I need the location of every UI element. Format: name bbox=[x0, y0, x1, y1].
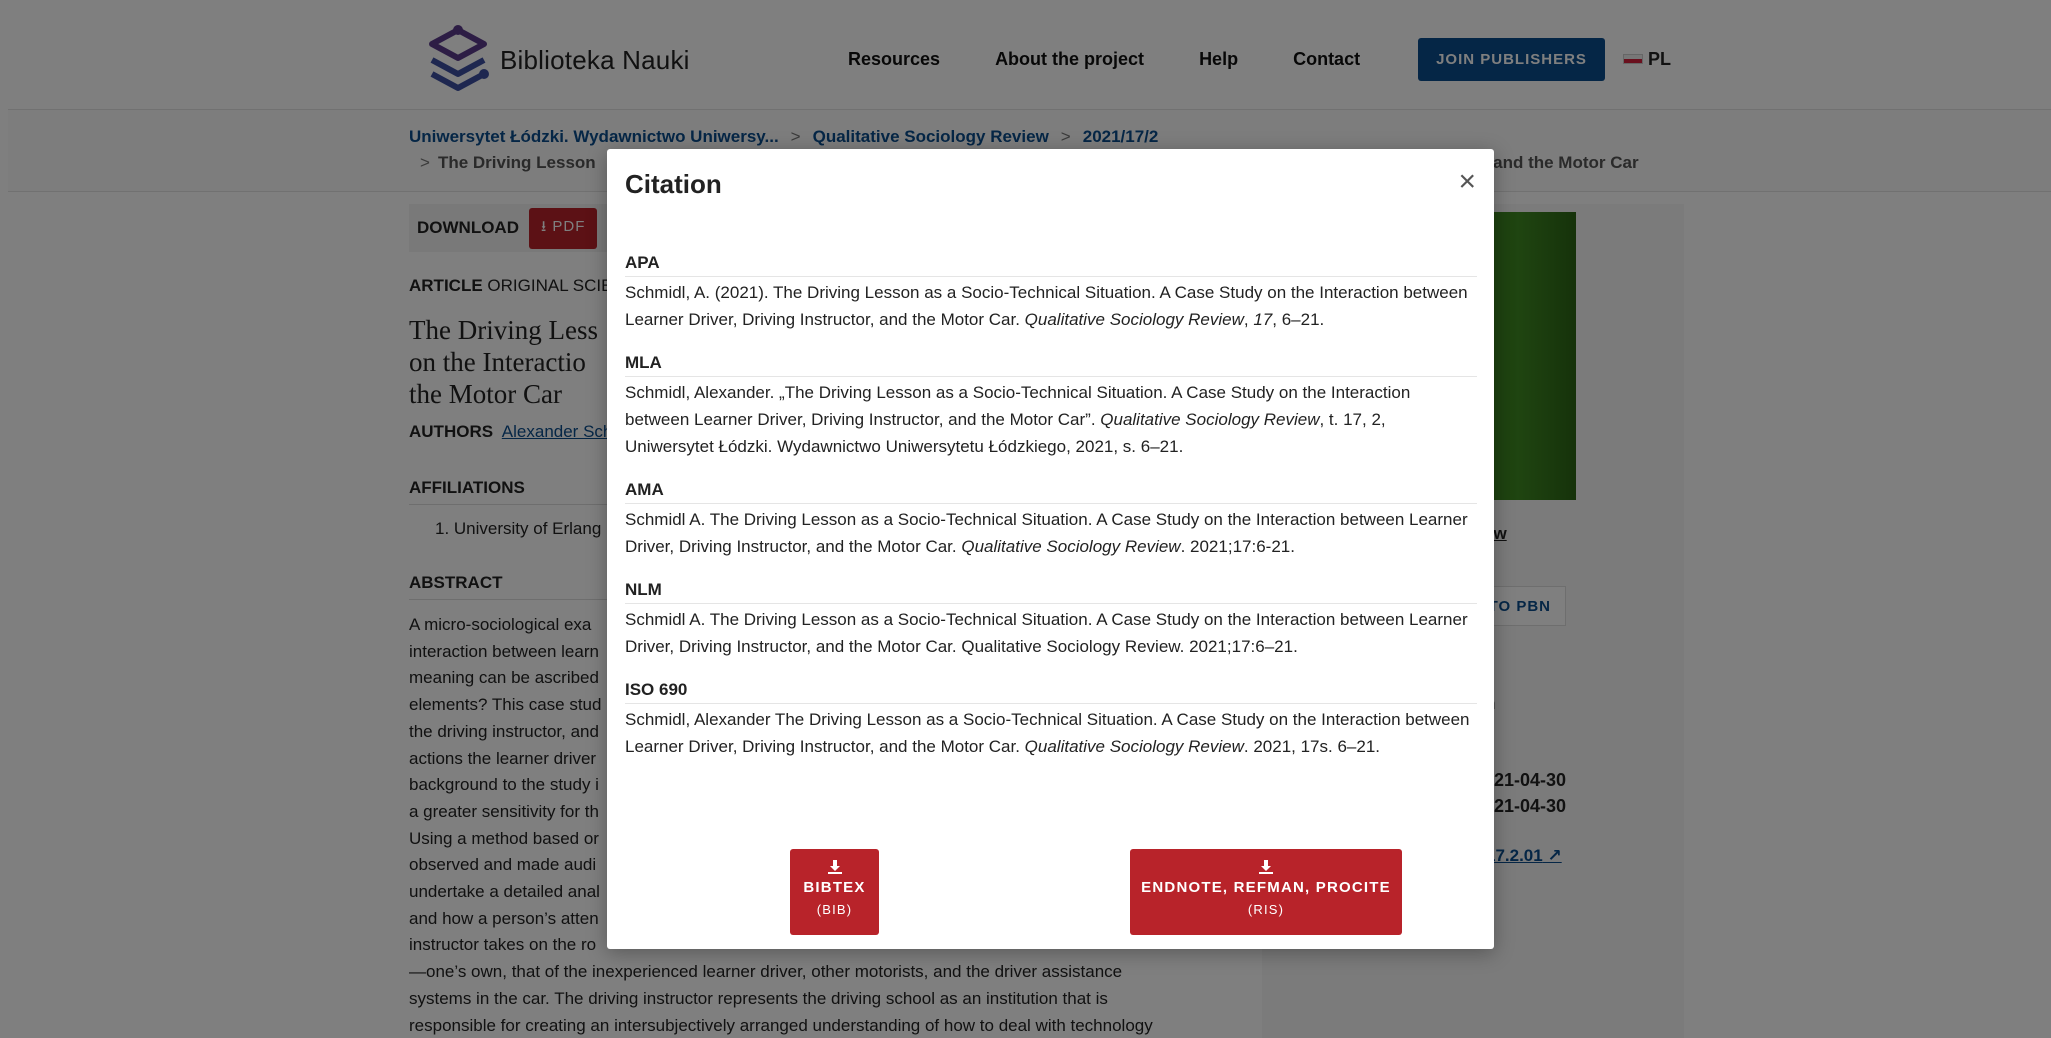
citation-mla: MLA Schmidl, Alexander. „The Driving Les… bbox=[625, 353, 1477, 460]
bibtex-download-button[interactable]: BIBTEX (BIB) bbox=[790, 849, 879, 935]
citation-style-label: ISO 690 bbox=[625, 680, 1477, 704]
citation-modal: Citation × APA Schmidl, A. (2021). The D… bbox=[607, 149, 1494, 949]
citation-list: APA Schmidl, A. (2021). The Driving Less… bbox=[625, 253, 1477, 780]
bibtex-label: BIBTEX bbox=[803, 879, 866, 896]
citation-style-label: NLM bbox=[625, 580, 1477, 604]
citation-text[interactable]: Schmidl A. The Driving Lesson as a Socio… bbox=[625, 606, 1477, 660]
citation-style-label: AMA bbox=[625, 480, 1477, 504]
citation-text[interactable]: Schmidl, Alexander. „The Driving Lesson … bbox=[625, 379, 1477, 460]
download-icon bbox=[827, 860, 842, 874]
citation-apa: APA Schmidl, A. (2021). The Driving Less… bbox=[625, 253, 1477, 333]
citation-style-label: MLA bbox=[625, 353, 1477, 377]
citation-text[interactable]: Schmidl, A. (2021). The Driving Lesson a… bbox=[625, 279, 1477, 333]
modal-title: Citation bbox=[625, 169, 722, 199]
citation-text[interactable]: Schmidl, Alexander The Driving Lesson as… bbox=[625, 706, 1477, 760]
ris-sub-label: (RIS) bbox=[1247, 902, 1285, 917]
citation-style-label: APA bbox=[625, 253, 1477, 277]
citation-text[interactable]: Schmidl A. The Driving Lesson as a Socio… bbox=[625, 506, 1477, 560]
citation-ama: AMA Schmidl A. The Driving Lesson as a S… bbox=[625, 480, 1477, 560]
bibtex-sub-label: (BIB) bbox=[816, 902, 853, 917]
citation-iso690: ISO 690 Schmidl, Alexander The Driving L… bbox=[625, 680, 1477, 760]
download-icon bbox=[1259, 860, 1273, 874]
citation-nlm: NLM Schmidl A. The Driving Lesson as a S… bbox=[625, 580, 1477, 660]
close-icon[interactable]: × bbox=[1458, 167, 1476, 197]
ris-download-button[interactable]: ENDNOTE, REFMAN, PROCITE (RIS) bbox=[1130, 849, 1402, 935]
ris-label: ENDNOTE, REFMAN, PROCITE bbox=[1141, 879, 1391, 896]
